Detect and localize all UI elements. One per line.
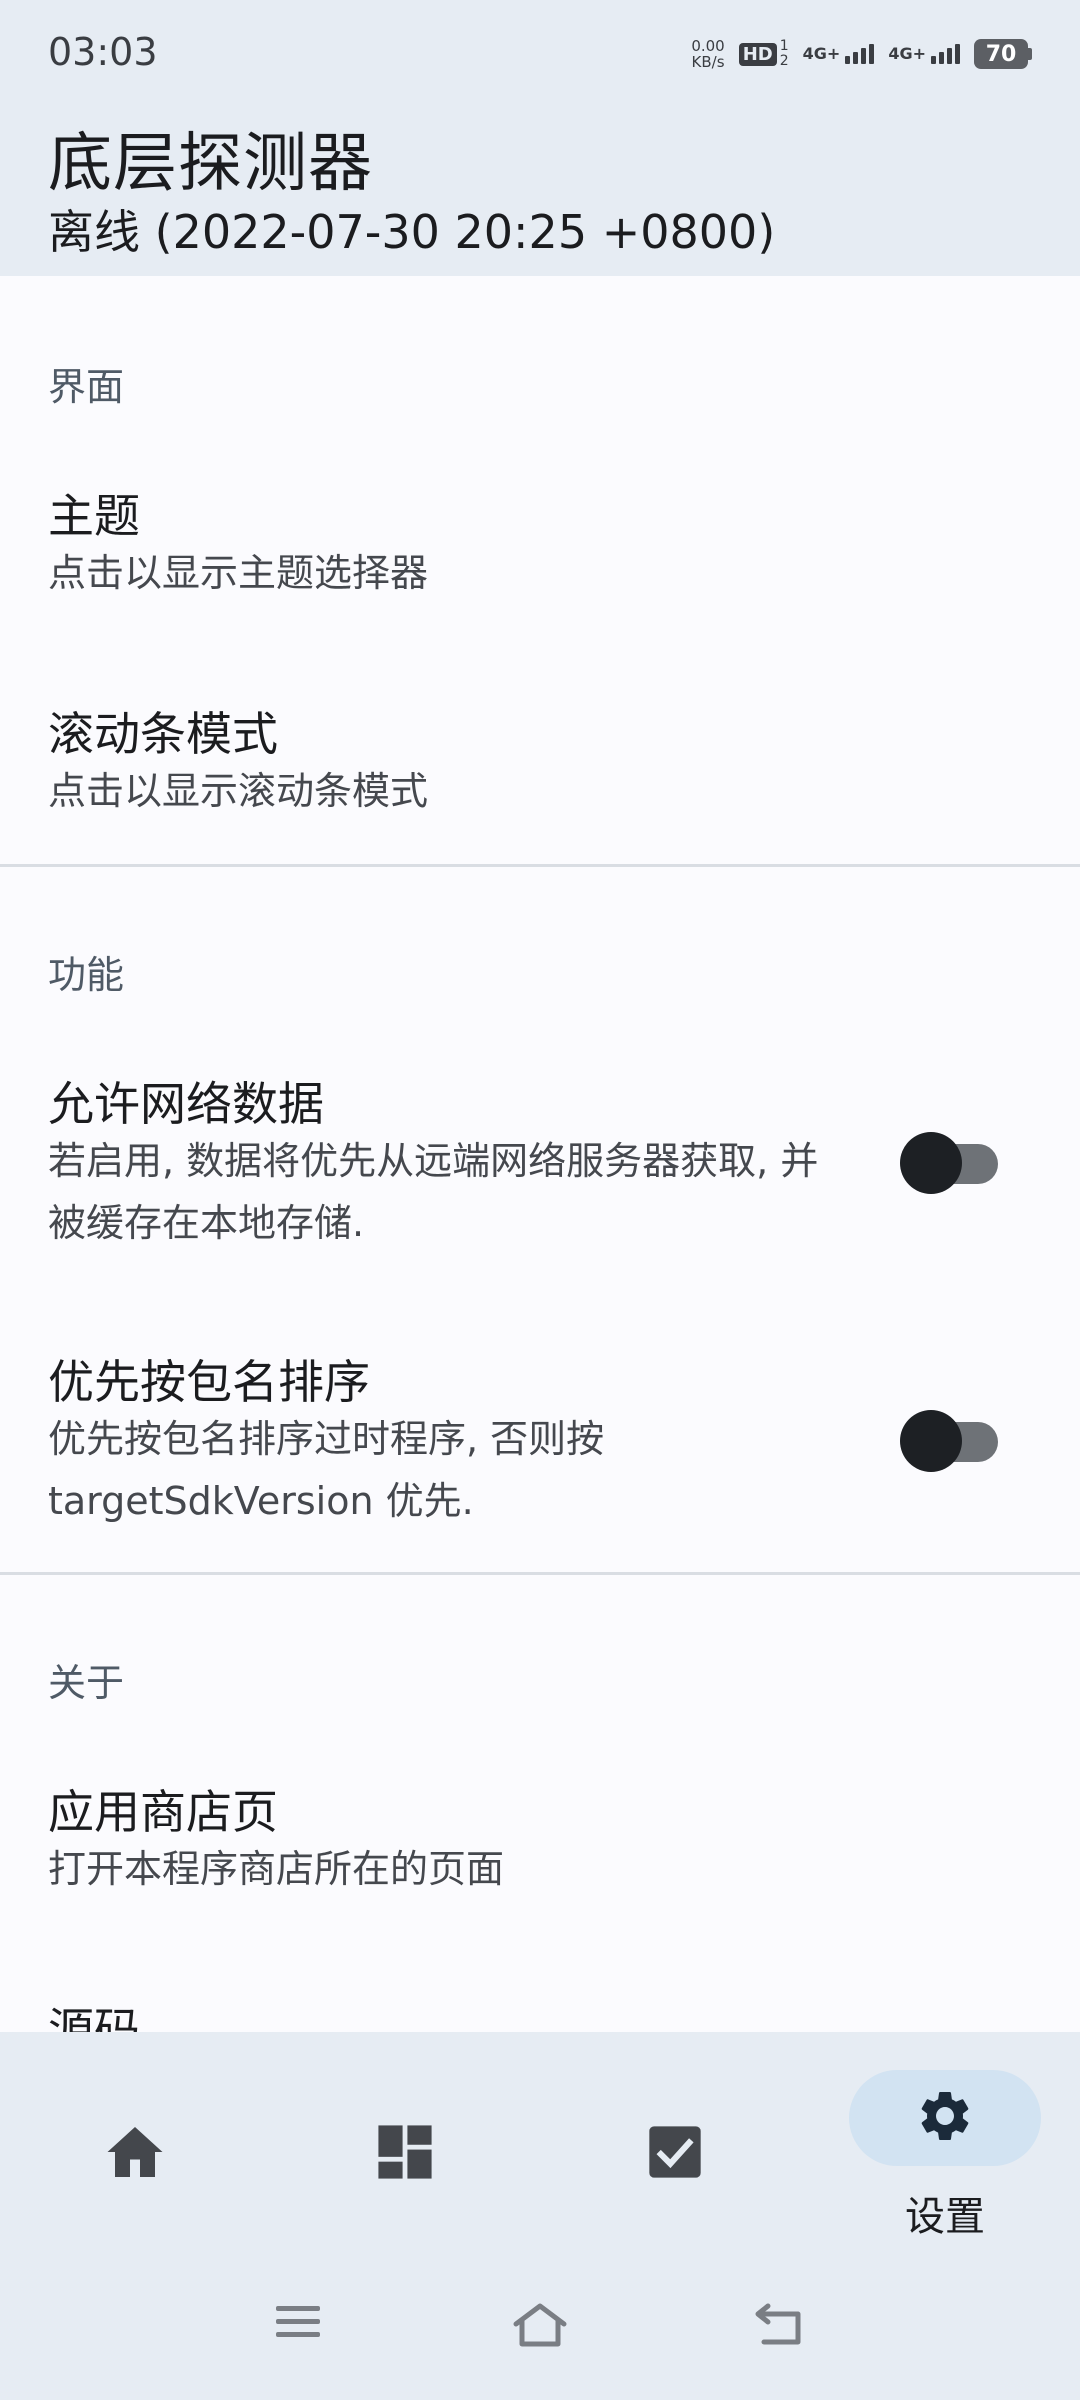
net-speed-value: 0.00 — [691, 37, 725, 55]
home-button-icon[interactable] — [510, 2302, 570, 2352]
battery-icon: 70 — [974, 39, 1032, 69]
menu-icon[interactable] — [274, 2302, 324, 2346]
signal-label-sim2: 4G+ — [888, 44, 926, 63]
settings-list[interactable]: 界面 主题 点击以显示主题选择器 滚动条模式 点击以显示滚动条模式 功能 允许网… — [0, 276, 1080, 2032]
nav-item-home[interactable] — [0, 2032, 270, 2252]
section-title-features: 功能 — [48, 953, 125, 997]
section-divider — [0, 864, 1080, 867]
page-title: 底层探测器 — [48, 127, 373, 201]
gear-icon — [915, 2086, 975, 2150]
nav-item-dashboard[interactable] — [270, 2032, 540, 2252]
status-time: 03:03 — [48, 30, 158, 74]
pref-store-summary: 打开本程序商店所在的页面 — [48, 1847, 505, 1891]
hd-label: HD — [738, 42, 777, 66]
nav-item-settings[interactable]: 设置 — [810, 2032, 1080, 2252]
signal-icon-sim1: 4G+ — [803, 44, 875, 64]
nav-label-settings: 设置 — [905, 2194, 985, 2240]
hd-sim-top: 1 — [779, 38, 789, 54]
pref-source-title: 源码 — [48, 2003, 140, 2032]
signal-icon-sim2: 4G+ — [888, 44, 960, 64]
bottom-navigation: 设置 — [0, 2032, 1080, 2252]
page-subtitle: 离线 (2022-07-30 20:25 +0800) — [48, 205, 776, 259]
hd-sim-bottom: 2 — [779, 53, 789, 69]
signal-label-sim1: 4G+ — [802, 44, 841, 63]
network-data-switch[interactable] — [900, 1126, 1000, 1194]
pref-sort-summary: 优先按包名排序过时程序, 否则按 targetSdkVersion 优先. — [48, 1417, 605, 1523]
checkbox-icon — [647, 2124, 703, 2184]
hd-voice-icon: HD 1 2 — [738, 38, 789, 69]
net-speed-unit: KB/s — [691, 53, 725, 71]
back-icon[interactable] — [754, 2302, 804, 2350]
pref-network-summary: 若启用, 数据将优先从远端网络服务器获取, 并被缓存在本地存储. — [48, 1139, 819, 1245]
pref-scrollbar-title: 滚动条模式 — [48, 707, 278, 761]
battery-level: 70 — [974, 39, 1028, 69]
section-divider — [0, 1572, 1080, 1575]
dashboard-icon — [376, 2123, 434, 2185]
switch-thumb — [900, 1410, 962, 1472]
status-icons: 0.00 KB/s HD 1 2 4G+ 4G+ 70 — [691, 34, 1032, 74]
pref-scrollbar-summary: 点击以显示滚动条模式 — [48, 769, 429, 813]
status-bar: 03:03 0.00 KB/s HD 1 2 4G+ 4G+ 70 — [0, 0, 1080, 110]
switch-thumb — [900, 1132, 962, 1194]
section-title-about: 关于 — [48, 1661, 125, 1705]
pref-network-title: 允许网络数据 — [48, 1077, 324, 1131]
network-speed-indicator: 0.00 KB/s — [691, 38, 724, 70]
pref-sort-title: 优先按包名排序 — [48, 1355, 370, 1409]
nav-item-tasks[interactable] — [540, 2032, 810, 2252]
section-title-interface: 界面 — [48, 365, 125, 409]
system-navigation-bar — [0, 2252, 1080, 2400]
sort-by-package-switch[interactable] — [900, 1404, 1000, 1472]
pref-theme-summary: 点击以显示主题选择器 — [48, 551, 429, 595]
home-icon — [105, 2124, 165, 2184]
pref-store-title: 应用商店页 — [48, 1785, 278, 1839]
app-header: 03:03 0.00 KB/s HD 1 2 4G+ 4G+ 70 底层探测器 … — [0, 0, 1080, 276]
pref-theme-title: 主题 — [48, 489, 140, 543]
